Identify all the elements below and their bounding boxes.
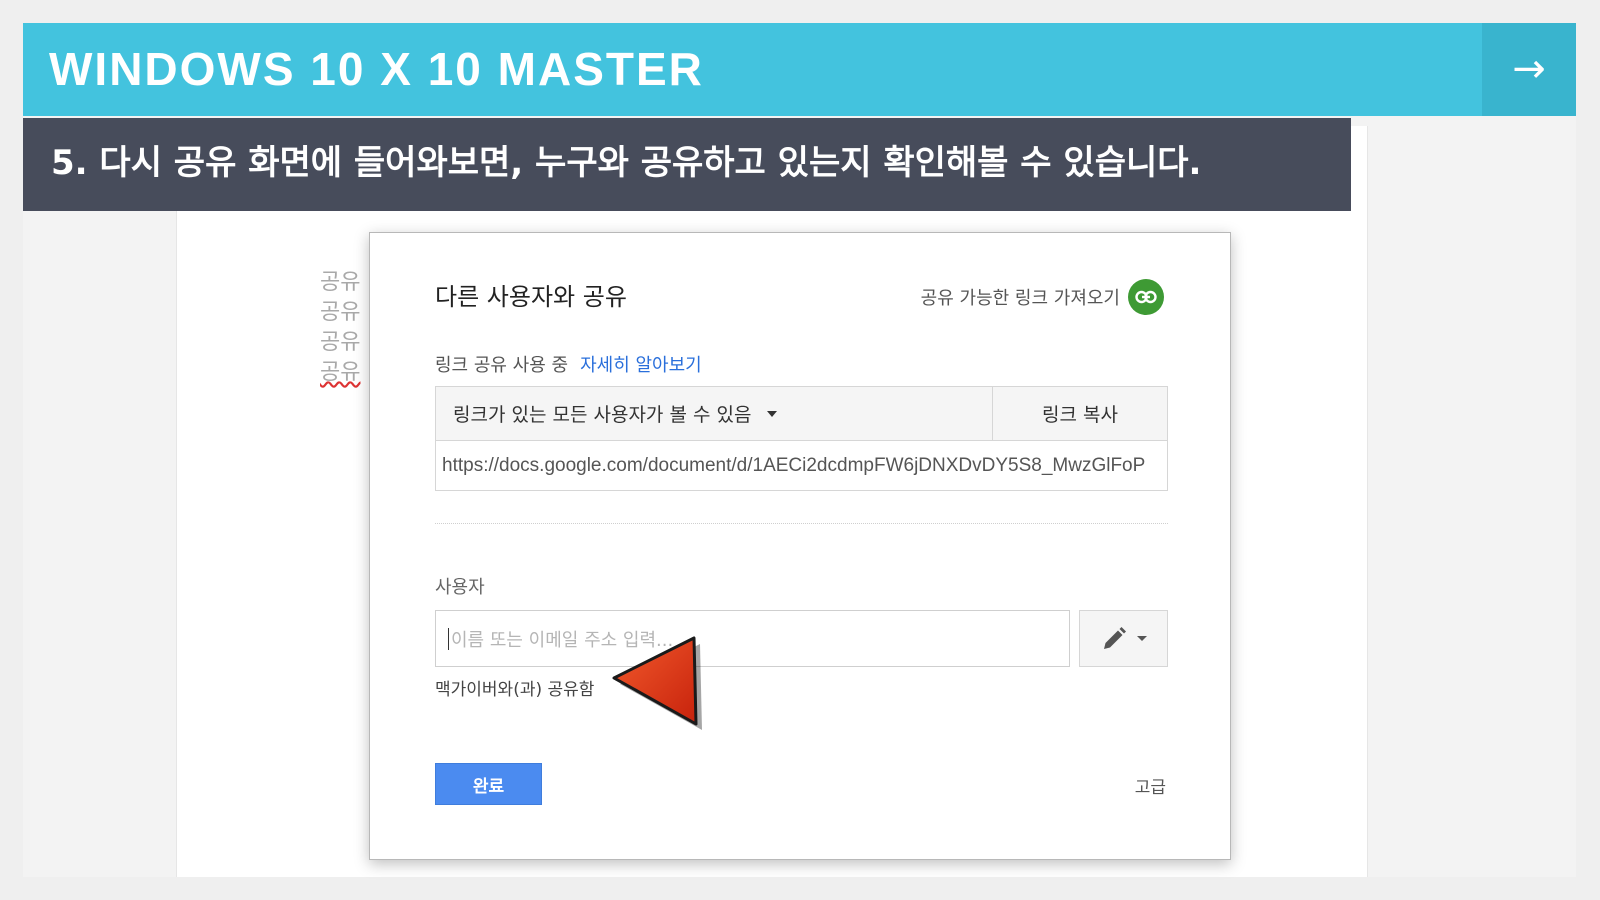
pencil-icon	[1103, 626, 1126, 649]
shared-with-text: 맥가이버와(과) 공유함	[435, 680, 595, 700]
learn-more-link[interactable]: 자세히 알아보기	[580, 355, 702, 376]
document-line: 공유	[320, 270, 361, 295]
done-button[interactable]: 완료	[435, 763, 542, 805]
divider	[435, 523, 1168, 524]
slide-title: WINDOWS 10 X 10 MASTER	[49, 43, 704, 95]
link-permission-dropdown[interactable]: 링크가 있는 모든 사용자가 볼 수 있음	[436, 387, 992, 440]
get-shareable-link[interactable]: 공유 가능한 링크 가져오기	[921, 279, 1164, 315]
caption-text: 5. 다시 공유 화면에 들어와보면, 누구와 공유하고 있는지 확인해볼 수 …	[51, 143, 1202, 183]
permission-edit-button[interactable]	[1079, 610, 1168, 667]
link-icon[interactable]	[1128, 279, 1164, 315]
link-permission-row: 링크가 있는 모든 사용자가 볼 수 있음 링크 복사	[435, 386, 1168, 441]
slide-header: WINDOWS 10 X 10 MASTER →	[23, 23, 1576, 116]
red-pointer-arrow	[612, 636, 702, 730]
document-text: 공유 공유 공유 공유	[320, 268, 360, 388]
chevron-down-icon	[767, 410, 778, 417]
link-sharing-label: 링크 공유 사용 중	[435, 355, 569, 376]
text-cursor	[448, 627, 449, 650]
dialog-title: 다른 사용자와 공유	[435, 283, 627, 311]
document-line: 공유	[320, 330, 361, 355]
advanced-link[interactable]: 고급	[1135, 773, 1166, 798]
link-sharing-status: 링크 공유 사용 중 자세히 알아보기	[435, 351, 702, 377]
arrow-right-icon: →	[1512, 46, 1546, 92]
chevron-down-icon	[1136, 636, 1147, 641]
get-link-label: 공유 가능한 링크 가져오기	[920, 288, 1120, 309]
document-line: 공유	[320, 360, 361, 385]
permission-value: 링크가 있는 모든 사용자가 볼 수 있음	[453, 404, 752, 426]
next-slide-button[interactable]: →	[1482, 23, 1576, 116]
copy-link-button[interactable]: 링크 복사	[992, 387, 1167, 440]
people-input[interactable]: 이름 또는 이메일 주소 입력...	[435, 610, 1070, 667]
document-line: 공유	[320, 300, 361, 325]
share-url-field[interactable]: https://docs.google.com/document/d/1AECi…	[435, 441, 1168, 491]
people-label: 사용자	[435, 577, 485, 598]
step-caption: 5. 다시 공유 화면에 들어와보면, 누구와 공유하고 있는지 확인해볼 수 …	[23, 118, 1351, 211]
share-dialog: 다른 사용자와 공유 공유 가능한 링크 가져오기 링크 공유 사용 중 자세히 …	[369, 232, 1231, 860]
